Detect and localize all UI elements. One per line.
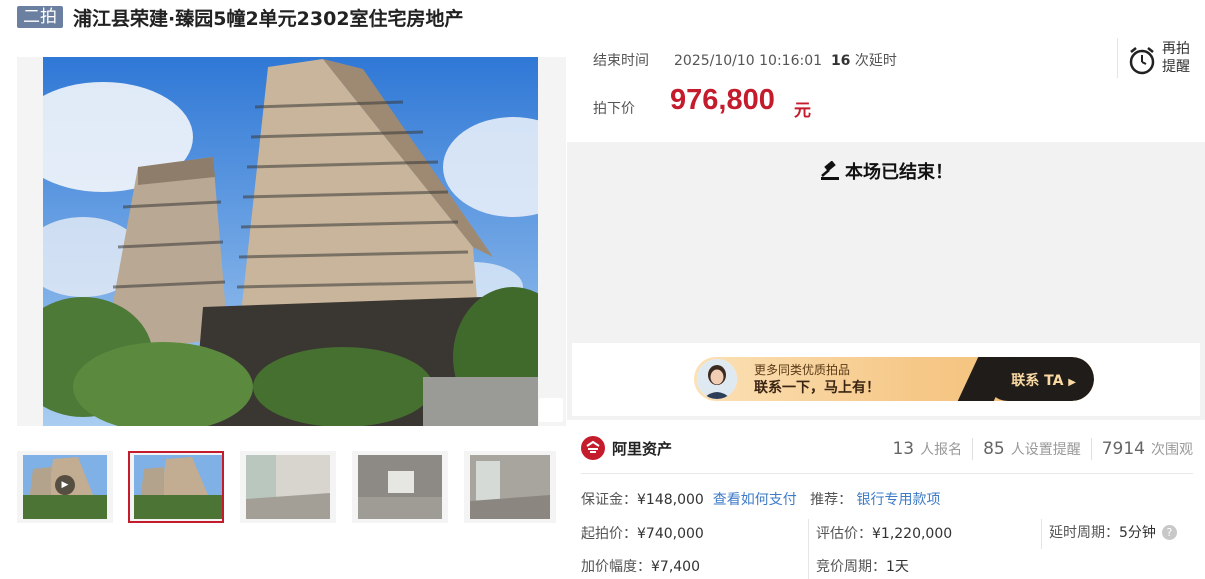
bid-period-value: 1天 bbox=[886, 559, 909, 575]
deposit-label: 保证金： bbox=[581, 492, 637, 508]
delay-period-label: 延时周期： bbox=[1049, 525, 1119, 541]
end-time: 2025/10/10 10:16:01 16 次延时 bbox=[674, 50, 897, 70]
deposit-value: ¥148,000 bbox=[637, 492, 704, 508]
stats: 13 人报名 85 人设置提醒 7914 次围观 bbox=[892, 438, 1193, 460]
thumbnail-selected[interactable] bbox=[128, 451, 224, 523]
zoom-button[interactable] bbox=[539, 398, 563, 422]
play-icon: ▶ bbox=[55, 475, 75, 495]
brand-stats-row: 阿里资产 13 人报名 85 人设置提醒 7914 次围观 bbox=[581, 436, 1193, 474]
help-icon[interactable]: ? bbox=[1161, 525, 1177, 540]
view-label: 次围观 bbox=[1151, 442, 1193, 458]
brand-name: 阿里资产 bbox=[612, 440, 673, 458]
appraisal-value: ¥1,220,000 bbox=[872, 526, 953, 542]
promo-line-2: 联系一下，马上有！ bbox=[754, 380, 880, 396]
currency-unit: 元 bbox=[794, 101, 811, 121]
delay-suffix: 次延时 bbox=[850, 53, 897, 69]
bid-period-label: 竞价周期： bbox=[816, 559, 886, 575]
main-photo[interactable] bbox=[17, 57, 566, 426]
end-time-label: 结束时间 bbox=[593, 53, 649, 69]
bank-funds-link[interactable]: 银行专用款项 bbox=[857, 492, 941, 508]
reminder-label: 人设置提醒 bbox=[1010, 442, 1081, 458]
remind-label: 再拍提醒 bbox=[1162, 41, 1190, 75]
ended-text: 本场已结束！ bbox=[845, 162, 953, 183]
bid-increment: 加价幅度：¥7,400 bbox=[581, 556, 700, 576]
view-count: 7914 bbox=[1101, 439, 1145, 459]
contact-button[interactable]: 联系 TA ▶ bbox=[1011, 370, 1076, 390]
auction-info: 结束时间 2025/10/10 10:16:01 16 次延时 拍下价 976,… bbox=[567, 34, 1205, 142]
delay-period: 延时周期：5分钟? bbox=[1049, 522, 1177, 542]
contact-banner[interactable]: 更多同类优质拍品 联系一下，马上有！ 联系 TA ▶ bbox=[694, 357, 1094, 401]
divider bbox=[1090, 438, 1092, 460]
deposit: 保证金：¥148,000 查看如何支付 推荐： 银行专用款项 bbox=[581, 489, 941, 509]
ended-status: 本场已结束！ bbox=[567, 158, 1205, 184]
remind-button[interactable]: 再拍提醒 bbox=[1117, 38, 1205, 78]
thumbnail-interior-3[interactable] bbox=[464, 451, 556, 523]
agent-avatar bbox=[697, 359, 737, 399]
increment-label: 加价幅度： bbox=[581, 559, 651, 575]
round-badge: 二拍 bbox=[17, 6, 63, 28]
end-time-value: 2025/10/10 10:16:01 bbox=[674, 53, 823, 69]
thumbnail-image bbox=[246, 455, 330, 519]
thumbnail-strip: ▶ bbox=[17, 451, 566, 525]
signup-count: 13 bbox=[892, 439, 915, 459]
bid-period: 竞价周期：1天 bbox=[816, 556, 909, 576]
delay-count: 16 bbox=[830, 53, 851, 69]
reminder-count: 85 bbox=[983, 439, 1005, 459]
title-row: 二拍 浦江县荣建·臻园5幢2单元2302室住宅房地产 bbox=[17, 4, 464, 30]
start-price-value: ¥740,000 bbox=[637, 526, 704, 542]
promo-box: 更多同类优质拍品 联系一下，马上有！ 联系 TA ▶ bbox=[572, 343, 1200, 416]
increment-value: ¥7,400 bbox=[651, 559, 700, 575]
thumbnail-image bbox=[134, 455, 222, 519]
divider bbox=[972, 438, 974, 460]
thumbnail-image bbox=[470, 455, 550, 519]
start-price: 起拍价：¥740,000 bbox=[581, 523, 704, 543]
appraisal-label: 评估价： bbox=[816, 526, 872, 542]
page-title: 浦江县荣建·臻园5幢2单元2302室住宅房地产 bbox=[73, 7, 464, 30]
start-price-label: 起拍价： bbox=[581, 526, 637, 542]
how-to-pay-link[interactable]: 查看如何支付 bbox=[713, 492, 797, 508]
thumbnail-image bbox=[358, 455, 442, 519]
building-photo bbox=[43, 57, 538, 426]
brand-logo-icon bbox=[581, 436, 605, 460]
price-label: 拍下价 bbox=[593, 101, 635, 117]
divider bbox=[808, 519, 809, 579]
final-price: 976,800 bbox=[670, 84, 775, 116]
thumbnail-interior-1[interactable] bbox=[240, 451, 336, 523]
thumbnail-interior-2[interactable] bbox=[352, 451, 448, 523]
signup-label: 人报名 bbox=[920, 442, 963, 458]
thumbnail-video[interactable]: ▶ bbox=[17, 451, 113, 523]
alarm-clock-icon bbox=[1129, 47, 1155, 75]
promo-line-1: 更多同类优质拍品 bbox=[754, 363, 851, 377]
arrow-right-icon: ▶ bbox=[1068, 377, 1076, 388]
recommend-label: 推荐： bbox=[810, 492, 853, 508]
divider bbox=[1041, 519, 1042, 549]
gavel-icon bbox=[821, 160, 839, 180]
contact-button-label: 联系 TA bbox=[1011, 373, 1064, 389]
appraisal-price: 评估价：¥1,220,000 bbox=[816, 523, 952, 543]
delay-period-value: 5分钟 bbox=[1119, 525, 1156, 541]
zoom-icon bbox=[565, 398, 566, 416]
